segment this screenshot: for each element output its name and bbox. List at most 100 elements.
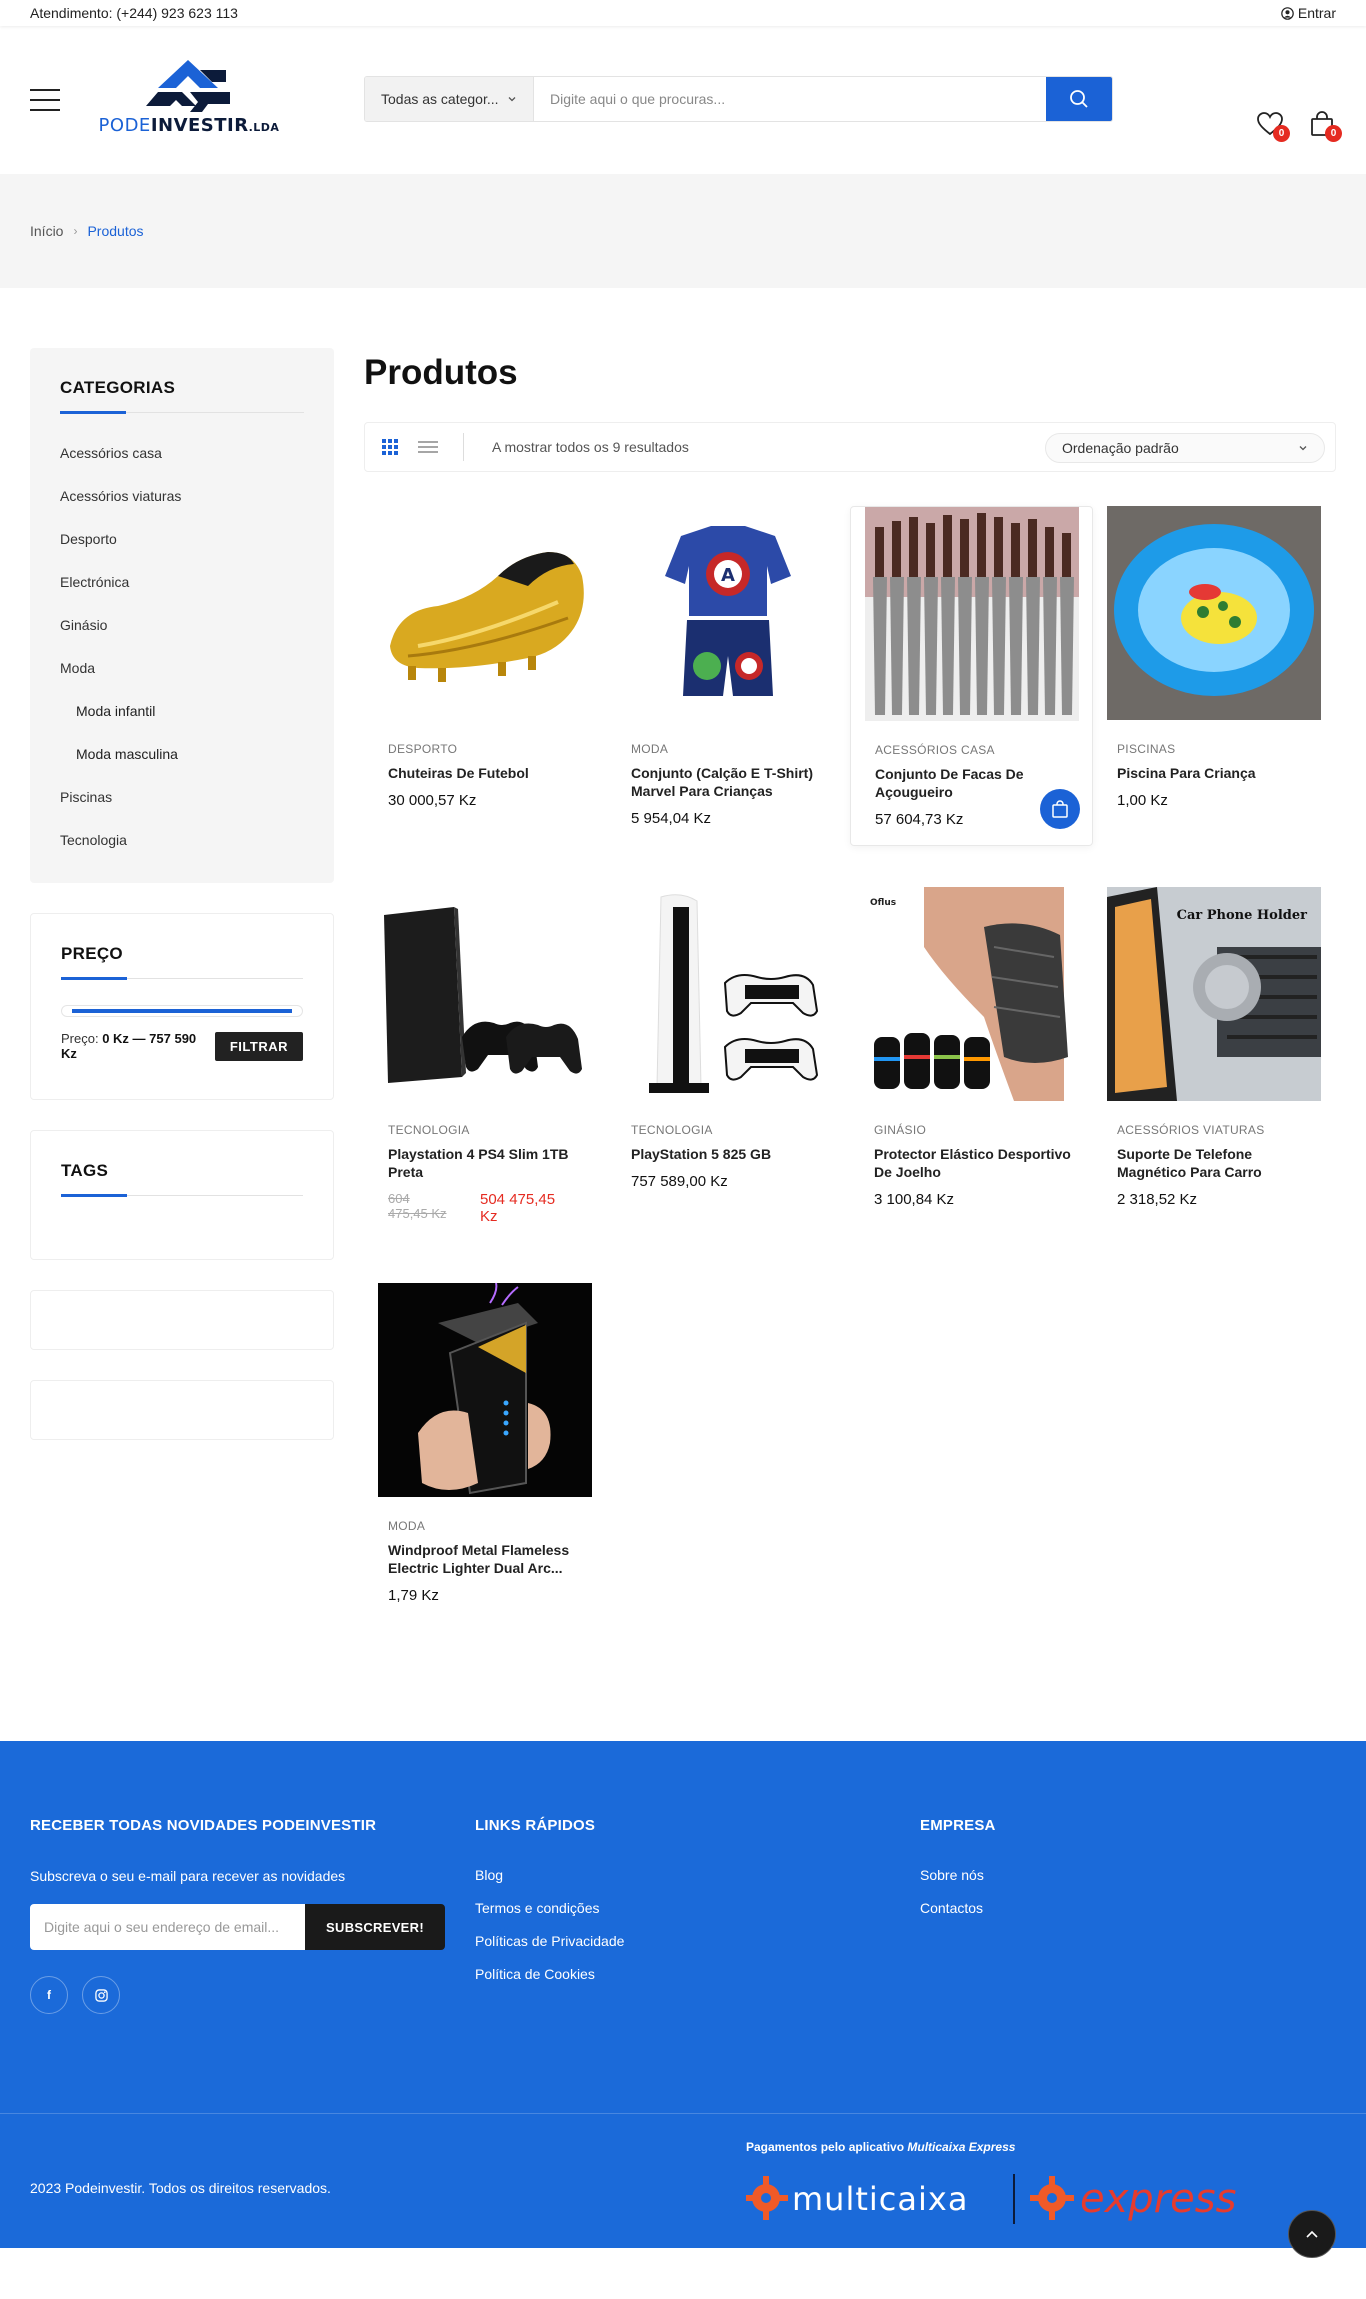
price-filter-widget: PREÇO Preço: 0 Kz — 757 590 Kz FILTRAR bbox=[30, 913, 334, 1100]
ps4-image bbox=[378, 887, 592, 1101]
category-item[interactable]: Acessórios casa bbox=[60, 431, 304, 474]
product-card[interactable]: Oflus GINÁSIO Protector Elástico Desport… bbox=[850, 887, 1093, 1227]
product-name[interactable]: Conjunto (Calção E T-Shirt) Marvel Para … bbox=[631, 764, 836, 800]
search-button[interactable] bbox=[1046, 77, 1112, 121]
cart-button[interactable]: 0 bbox=[1308, 110, 1342, 142]
svg-text:A: A bbox=[721, 565, 735, 586]
product-image[interactable]: A bbox=[621, 506, 835, 720]
product-image[interactable] bbox=[378, 506, 592, 720]
knife-set-image bbox=[865, 507, 1079, 721]
breadcrumb-home[interactable]: Início bbox=[30, 223, 63, 239]
tags-widget: TAGS bbox=[30, 1130, 334, 1260]
product-name[interactable]: Windproof Metal Flameless Electric Light… bbox=[388, 1541, 593, 1577]
product-category: TECNOLOGIA bbox=[388, 1123, 470, 1137]
login-label: Entrar bbox=[1297, 5, 1336, 21]
category-item[interactable]: Electrónica bbox=[60, 560, 304, 603]
category-item[interactable]: Tecnologia bbox=[60, 818, 304, 861]
product-card[interactable]: Car Phone Holder ACESSÓRIOS VIATURAS Sup… bbox=[1093, 887, 1336, 1227]
sort-select[interactable]: Ordenação padrão bbox=[1045, 433, 1325, 463]
price-range-slider[interactable] bbox=[61, 1005, 303, 1017]
breadcrumb-current: Produtos bbox=[87, 223, 144, 239]
product-image[interactable] bbox=[621, 887, 835, 1101]
category-item[interactable]: Piscinas bbox=[60, 775, 304, 818]
product-category: PISCINAS bbox=[1117, 742, 1176, 756]
product-card[interactable]: MODA Windproof Metal Flameless Electric … bbox=[364, 1283, 607, 1623]
add-to-cart-button[interactable] bbox=[1040, 789, 1080, 829]
multicaixa-logo-text: multicaixa bbox=[792, 2180, 968, 2218]
empty-widget bbox=[30, 1380, 334, 1440]
footer-link[interactable]: Termos e condições bbox=[475, 1891, 624, 1924]
product-image[interactable] bbox=[865, 507, 1079, 721]
product-name[interactable]: Piscina Para Criança bbox=[1117, 764, 1322, 782]
product-image[interactable] bbox=[378, 887, 592, 1101]
support-phone: Atendimento: (+244) 923 623 113 bbox=[30, 5, 238, 21]
category-item[interactable]: Ginásio bbox=[60, 603, 304, 646]
footer-link[interactable]: Blog bbox=[475, 1858, 624, 1891]
product-card[interactable]: A MODA Conjunto (Calção E T-Shirt) Marve… bbox=[607, 506, 850, 846]
footer-link[interactable]: Sobre nós bbox=[920, 1858, 996, 1891]
product-card[interactable]: TECNOLOGIA Playstation 4 PS4 Slim 1TB Pr… bbox=[364, 887, 607, 1227]
product-image[interactable]: Oflus bbox=[864, 887, 1078, 1101]
product-price: 757 589,00 Kz bbox=[631, 1173, 728, 1190]
quick-links-column: LINKS RÁPIDOS Blog Termos e condições Polí… bbox=[475, 1817, 624, 1990]
site-logo[interactable]: PODEINVESTIR.LDA bbox=[84, 40, 294, 160]
categories-widget: CATEGORIAS Acessórios casa Acessórios via… bbox=[30, 348, 334, 883]
product-name[interactable]: Chuteiras De Futebol bbox=[388, 764, 593, 782]
image-brand-text: Oflus bbox=[870, 898, 896, 908]
car-phone-holder-image: Car Phone Holder bbox=[1107, 887, 1321, 1101]
product-category: GINÁSIO bbox=[874, 1123, 927, 1137]
image-caption-text: Car Phone Holder bbox=[1177, 908, 1308, 923]
site-footer: RECEBER TODAS NOVIDADES PODEINVESTIR Sub… bbox=[0, 1741, 1366, 2258]
back-to-top-button[interactable] bbox=[1288, 2210, 1336, 2258]
filter-button[interactable]: FILTRAR bbox=[214, 1031, 303, 1061]
product-name[interactable]: Protector Elástico Desportivo De Joelho bbox=[874, 1145, 1079, 1181]
product-name[interactable]: Playstation 4 PS4 Slim 1TB Preta bbox=[388, 1145, 593, 1181]
kids-pool-image bbox=[1107, 506, 1321, 720]
login-link[interactable]: Entrar bbox=[1281, 5, 1336, 21]
product-card[interactable]: DESPORTO Chuteiras De Futebol 30 000,57 … bbox=[364, 506, 607, 846]
cart-count-badge: 0 bbox=[1325, 125, 1342, 142]
kids-outfit-image: A bbox=[621, 506, 835, 720]
search-input[interactable] bbox=[534, 77, 1046, 121]
category-item[interactable]: Moda masculina bbox=[60, 732, 304, 775]
express-logo-text: express bbox=[1080, 2176, 1236, 2222]
product-category: TECNOLOGIA bbox=[631, 1123, 713, 1137]
knee-sleeve-image: Oflus bbox=[864, 887, 1078, 1101]
electric-lighter-image bbox=[378, 1283, 592, 1497]
empty-widget bbox=[30, 1290, 334, 1350]
product-image[interactable]: Car Phone Holder bbox=[1107, 887, 1321, 1101]
product-price: 30 000,57 Kz bbox=[388, 792, 477, 809]
footer-bottom: 2023 Podeinvestir. Todos os direitos res… bbox=[0, 2113, 1366, 2224]
wishlist-button[interactable]: 0 bbox=[1256, 110, 1290, 142]
ps5-image bbox=[621, 887, 835, 1101]
product-image[interactable] bbox=[1107, 506, 1321, 720]
newsletter-email-input[interactable] bbox=[30, 1904, 305, 1950]
product-image[interactable] bbox=[378, 1283, 592, 1497]
grid-view-button[interactable] bbox=[377, 434, 403, 460]
menu-toggle-icon[interactable] bbox=[30, 89, 60, 111]
user-icon bbox=[1281, 6, 1294, 20]
category-item[interactable]: Moda infantil bbox=[60, 689, 304, 732]
category-item[interactable]: Moda bbox=[60, 646, 304, 689]
quick-links-title: LINKS RÁPIDOS bbox=[475, 1817, 596, 1834]
multicaixa-express-logo: multicaixa express bbox=[744, 2168, 1326, 2228]
footer-link[interactable]: Políticas de Privacidade bbox=[475, 1924, 624, 1957]
product-name[interactable]: Suporte De Telefone Magnético Para Carro bbox=[1117, 1145, 1322, 1181]
category-item[interactable]: Acessórios viaturas bbox=[60, 474, 304, 517]
list-view-button[interactable] bbox=[415, 434, 441, 460]
footer-link[interactable]: Contactos bbox=[920, 1891, 996, 1924]
product-name[interactable]: PlayStation 5 825 GB bbox=[631, 1145, 836, 1163]
footer-link[interactable]: Política de Cookies bbox=[475, 1957, 624, 1990]
instagram-icon[interactable] bbox=[82, 1976, 120, 2014]
subscribe-button[interactable]: SUBSCREVER! bbox=[305, 1904, 445, 1950]
product-card[interactable]: PISCINAS Piscina Para Criança 1,00 Kz bbox=[1093, 506, 1336, 846]
newsletter-column: RECEBER TODAS NOVIDADES PODEINVESTIR Sub… bbox=[30, 1817, 445, 2014]
company-links-list: Sobre nós Contactos bbox=[920, 1858, 996, 1924]
product-card[interactable]: TECNOLOGIA PlayStation 5 825 GB 757 589,… bbox=[607, 887, 850, 1227]
search-category-select[interactable]: Todas as categor... bbox=[365, 77, 534, 121]
product-card[interactable]: ACESSÓRIOS CASA Conjunto De Facas De Aço… bbox=[850, 506, 1093, 846]
site-header: PODEINVESTIR.LDA Todas as categor... 0 0 bbox=[0, 26, 1366, 174]
facebook-icon[interactable]: f bbox=[30, 1976, 68, 2014]
grid-icon bbox=[382, 439, 398, 455]
category-item[interactable]: Desporto bbox=[60, 517, 304, 560]
